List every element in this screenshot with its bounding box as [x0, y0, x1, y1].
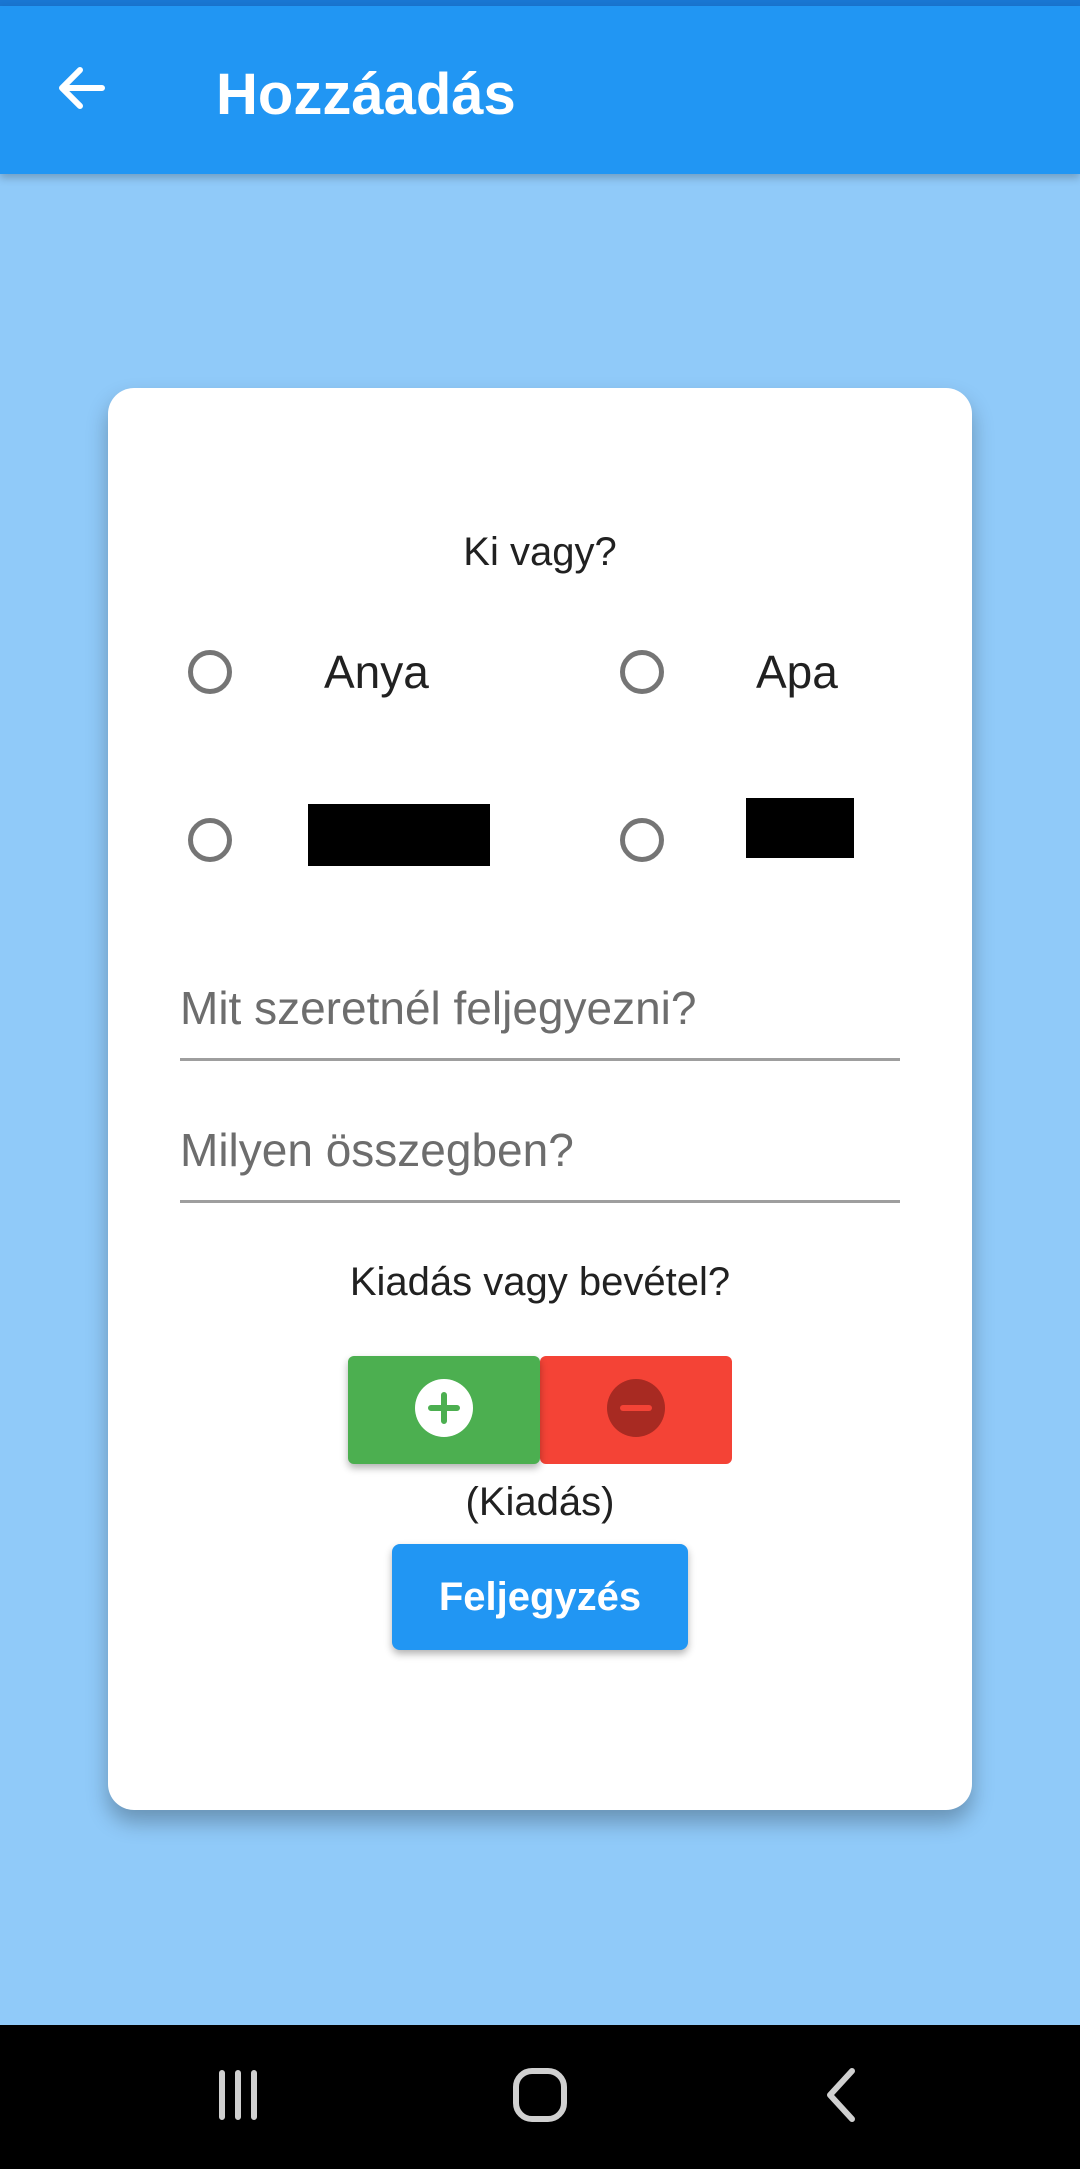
income-button[interactable]	[348, 1356, 540, 1464]
radio-button-anya[interactable]	[188, 650, 232, 694]
nav-back-icon	[812, 2065, 872, 2130]
income-expense-toggle	[348, 1356, 732, 1464]
nav-back-button[interactable]	[782, 2047, 902, 2147]
radio-row-2	[108, 792, 972, 902]
note-input[interactable]	[180, 978, 900, 1038]
radio-label-apa: Apa	[756, 646, 838, 698]
back-button[interactable]	[40, 48, 124, 132]
system-nav-bar	[0, 2025, 1080, 2169]
type-status-text: (Kiadás)	[465, 1480, 615, 1524]
minus-circle-icon	[606, 1378, 666, 1443]
radio-label-anya: Anya	[324, 646, 429, 698]
home-button[interactable]	[480, 2047, 600, 2147]
radio-row-1: Anya Apa	[108, 624, 972, 734]
add-entry-card: Ki vagy? Anya Apa Kiadás vagy bevétel?	[108, 388, 972, 1810]
note-field[interactable]	[180, 958, 900, 1061]
recents-icon	[208, 2065, 268, 2130]
radio-option-3[interactable]	[188, 792, 608, 902]
redacted-name	[308, 804, 490, 866]
radio-option-anya[interactable]: Anya	[188, 624, 608, 734]
app-bar: Hozzáadás	[0, 6, 1080, 174]
type-question: Kiadás vagy bevétel?	[349, 1260, 731, 1304]
recents-button[interactable]	[178, 2047, 298, 2147]
amount-input[interactable]	[180, 1120, 900, 1180]
radio-button-3[interactable]	[188, 818, 232, 862]
who-question: Ki vagy?	[463, 530, 617, 574]
radio-button-4[interactable]	[620, 818, 664, 862]
radio-option-4[interactable]	[620, 792, 1040, 902]
page-title: Hozzáadás	[216, 62, 516, 127]
amount-field[interactable]	[180, 1100, 900, 1203]
plus-circle-icon	[414, 1378, 474, 1443]
redacted-name	[746, 798, 854, 858]
arrow-back-icon	[52, 58, 112, 123]
radio-option-apa[interactable]: Apa	[620, 624, 1040, 734]
home-icon	[510, 2065, 570, 2130]
submit-button[interactable]: Feljegyzés	[392, 1544, 688, 1650]
expense-button[interactable]	[540, 1356, 732, 1464]
radio-button-apa[interactable]	[620, 650, 664, 694]
